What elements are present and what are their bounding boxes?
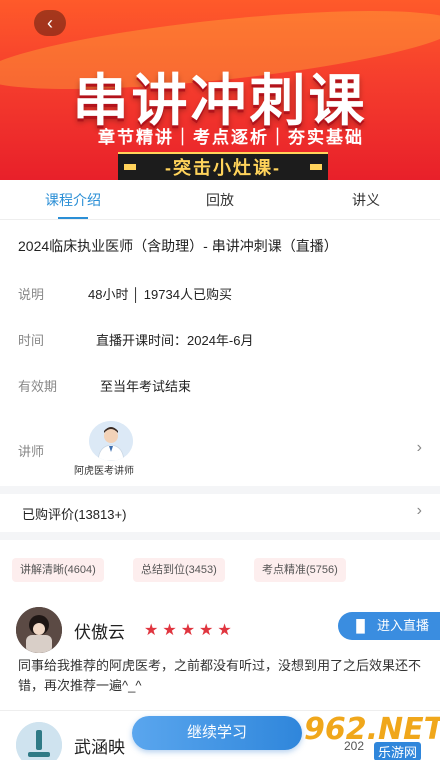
enter-live-label: 进入直播 <box>377 618 430 633</box>
desc-label: 说明 <box>18 287 45 302</box>
purchased-reviews-label[interactable]: 已购评价(13813+) <box>22 504 126 523</box>
time-value: 直播开课时间：2024年-6月 <box>96 333 254 348</box>
review-text: 同事给我推荐的阿虎医考，之前都没有听过，没想到用了之后效果还不错，再次推荐一遍^… <box>18 658 422 693</box>
chevron-right-icon[interactable]: › <box>417 502 422 520</box>
review-tag[interactable]: 考点精准(5756) <box>254 558 346 582</box>
desc-value: 48小时 │ 19734人已购买 <box>88 287 232 302</box>
time-label: 时间 <box>18 333 45 348</box>
validity-label: 有效期 <box>18 379 58 394</box>
banner-tag: -突击小灶课- <box>118 152 328 180</box>
active-tab-indicator <box>58 217 88 219</box>
back-button[interactable]: ‹ <box>34 10 66 36</box>
star-rating: ★★★★★ <box>144 622 236 639</box>
site-watermark: 962.NET 乐游网 <box>304 708 440 760</box>
enter-live-button[interactable]: ▐▌ 进入直播 <box>338 612 440 640</box>
tab-replay[interactable]: 回放 <box>160 180 280 220</box>
review-tag[interactable]: 讲解清晰(4604) <box>12 558 104 582</box>
review-tag[interactable]: 总结到位(3453) <box>133 558 225 582</box>
avatar <box>16 607 62 653</box>
teacher-name: 阿虎医考讲师 <box>74 466 134 477</box>
tab-course-intro[interactable]: 课程介绍 <box>13 180 133 220</box>
banner-subtitle: 章节精讲｜考点逐析｜夯实基础 <box>98 128 364 147</box>
course-title: 2024临床执业医师（含助理）- 串讲冲刺课（直播） <box>18 238 338 254</box>
doctor-avatar-icon <box>89 421 133 461</box>
tab-bar: 课程介绍 回放 讲义 <box>0 180 440 220</box>
microscope-photo-icon <box>16 722 62 760</box>
section-divider <box>0 486 440 494</box>
reviewer-name: 伏傲云 <box>74 623 125 642</box>
avatar <box>16 722 62 760</box>
chevron-right-icon[interactable]: › <box>417 439 422 457</box>
bar-chart-icon: ▐▌ <box>352 619 370 633</box>
user-photo-icon <box>16 607 62 653</box>
teacher-label: 讲师 <box>18 444 45 459</box>
course-banner: 串讲冲刺课 章节精讲｜考点逐析｜夯实基础 -突击小灶课- <box>0 0 440 180</box>
validity-value: 至当年考试结束 <box>100 379 192 394</box>
teacher-avatar[interactable] <box>89 421 133 461</box>
section-divider <box>0 532 440 540</box>
continue-learning-button[interactable]: 继续学习 <box>132 716 302 750</box>
chevron-left-icon: ‹ <box>47 13 53 33</box>
tab-handout[interactable]: 讲义 <box>306 180 426 220</box>
watermark-site: 乐游网 <box>374 742 422 760</box>
reviewer-name: 武涵映 <box>74 738 125 757</box>
